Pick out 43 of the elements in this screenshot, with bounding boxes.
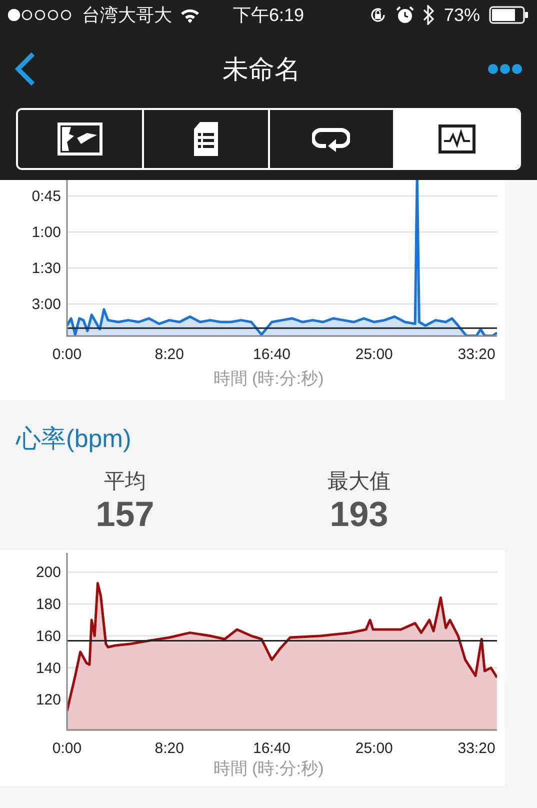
x-tick-label: 33:20 — [458, 740, 496, 755]
stat-label: 平均 — [104, 469, 146, 495]
carrier-name: 台湾大哥大 — [82, 4, 172, 27]
y-tick-label: 140 — [36, 660, 61, 677]
y-tick-label: 1:00 — [32, 224, 61, 241]
x-tick-label: 33:20 — [458, 346, 496, 363]
stat-value: 157 — [96, 495, 154, 535]
alarm-clock-icon — [396, 6, 414, 24]
view-tab[interactable] — [393, 110, 519, 168]
wifi-icon — [180, 8, 200, 22]
back-icon[interactable] — [14, 52, 36, 86]
y-tick-label: 200 — [36, 564, 61, 582]
rotation-lock-icon — [368, 6, 387, 24]
y-tick-label: 160 — [36, 628, 61, 645]
battery-icon — [489, 6, 530, 24]
x-tick-label: 16:40 — [253, 740, 291, 755]
x-tick-label: 25:00 — [355, 740, 393, 755]
bluetooth-icon — [422, 5, 435, 25]
status-time: 下午6:19 — [232, 4, 304, 27]
loop-arrows-icon — [312, 125, 350, 153]
x-tick-label: 0:00 — [52, 346, 82, 363]
y-tick-label: 1:30 — [32, 260, 61, 277]
x-tick-label: 8:20 — [154, 346, 184, 363]
x-tick-label: 16:40 — [253, 346, 291, 363]
stat-value: 193 — [330, 495, 388, 535]
section-title: 心率(bpm) — [16, 424, 132, 455]
pulse-chart-icon — [438, 124, 476, 154]
y-tick-label: 120 — [36, 692, 61, 709]
axis-title: 時間 (時:分:秒) — [212, 368, 325, 390]
more-icon[interactable] — [487, 63, 523, 75]
battery-percent: 73% — [444, 4, 480, 26]
screen-title: 未命名 — [222, 52, 300, 86]
map-icon — [56, 122, 103, 156]
x-tick-label: 0:00 — [52, 740, 82, 755]
axis-title: 時間 (時:分:秒) — [212, 758, 325, 780]
y-tick-label: 0:45 — [32, 188, 61, 205]
x-tick-label: 8:20 — [154, 740, 184, 755]
stat-label: 最大值 — [328, 469, 390, 495]
x-tick-label: 25:00 — [355, 346, 393, 363]
document-list-icon — [192, 120, 220, 158]
y-tick-label: 3:00 — [32, 296, 61, 313]
y-tick-label: 180 — [36, 596, 61, 614]
signal-dots-icon — [8, 9, 74, 21]
